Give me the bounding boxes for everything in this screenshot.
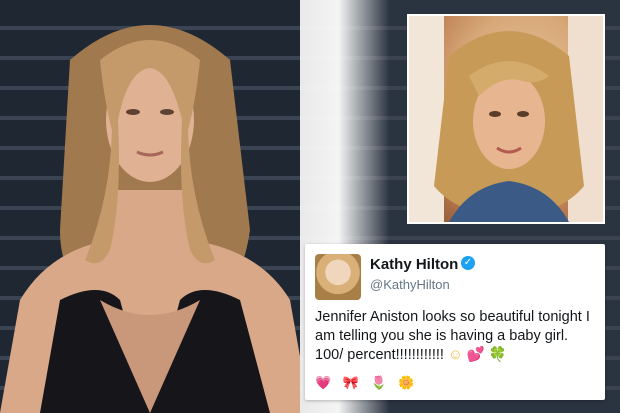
portrait-illustration — [0, 25, 310, 413]
tweet-author-handle[interactable]: @KathyHilton — [370, 277, 450, 292]
emoji-inline: ☺ 💕 — [448, 347, 485, 363]
verified-check-icon: ✓ — [461, 256, 475, 270]
tweet-text: Jennifer Aniston looks so beautiful toni… — [315, 308, 599, 365]
inset-portrait-illustration — [434, 31, 584, 222]
tweet-author-name[interactable]: Kathy Hilton — [370, 256, 458, 273]
clover-emoji-icon: 🍀 — [488, 347, 507, 363]
tweet-card: Kathy Hilton ✓ @KathyHilton Jennifer Ani… — [305, 244, 605, 400]
avatar[interactable] — [315, 254, 361, 300]
kathy-hilton-photo — [407, 14, 605, 224]
jennifer-aniston-photo — [0, 0, 310, 413]
emoji-row: 💗 🎀 🌷 🌼 — [315, 375, 419, 390]
